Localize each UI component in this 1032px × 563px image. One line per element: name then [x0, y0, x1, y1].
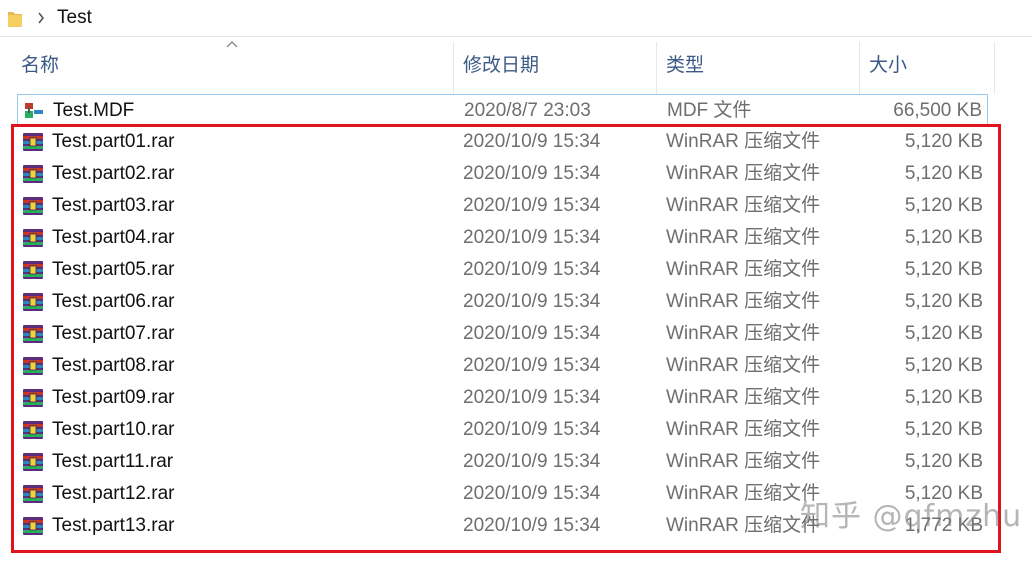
file-row[interactable]: Test.part03.rar 2020/10/9 15:34 WinRAR 压…: [17, 190, 988, 222]
file-date: 2020/10/9 15:34: [463, 291, 601, 312]
file-type: WinRAR 压缩文件: [666, 323, 821, 344]
file-size: 5,120 KB: [904, 131, 983, 152]
file-size: 5,120 KB: [904, 355, 983, 376]
watermark: 知乎 @qfmzhu: [800, 499, 1023, 534]
winrar-archive-icon: [23, 165, 43, 183]
file-size: 5,120 KB: [904, 227, 983, 248]
file-date: 2020/10/9 15:34: [463, 195, 601, 216]
winrar-archive-icon: [23, 133, 43, 151]
winrar-archive-icon: [23, 229, 43, 247]
file-size: 5,120 KB: [904, 387, 983, 408]
file-type: WinRAR 压缩文件: [666, 195, 821, 216]
file-type: WinRAR 压缩文件: [666, 131, 821, 152]
file-name: Test.part02.rar: [52, 163, 175, 184]
file-type: WinRAR 压缩文件: [666, 163, 821, 184]
file-type: WinRAR 压缩文件: [666, 515, 821, 536]
column-divider[interactable]: [994, 42, 995, 94]
winrar-archive-icon: [23, 453, 43, 471]
file-row-mdf[interactable]: Test.MDF 2020/8/7 23:03 MDF 文件 66,500 KB: [17, 94, 988, 126]
file-size: 5,120 KB: [904, 259, 983, 280]
winrar-archive-icon: [23, 421, 43, 439]
file-type: WinRAR 压缩文件: [666, 483, 821, 504]
file-date: 2020/10/9 15:34: [463, 483, 601, 504]
winrar-archive-icon: [23, 517, 43, 535]
column-header-size[interactable]: 大小: [859, 54, 994, 84]
winrar-archive-icon: [23, 325, 43, 343]
file-date: 2020/10/9 15:34: [463, 355, 601, 376]
file-type: WinRAR 压缩文件: [666, 227, 821, 248]
file-row[interactable]: Test.part08.rar 2020/10/9 15:34 WinRAR 压…: [17, 350, 988, 382]
file-name: Test.part13.rar: [52, 515, 175, 536]
file-name: Test.part01.rar: [52, 131, 175, 152]
file-type: MDF 文件: [667, 100, 752, 121]
file-name: Test.part06.rar: [52, 291, 175, 312]
file-type: WinRAR 压缩文件: [666, 291, 821, 312]
file-size: 5,120 KB: [904, 163, 983, 184]
file-date: 2020/10/9 15:34: [463, 131, 601, 152]
address-bar[interactable]: Test: [0, 0, 1032, 37]
file-row[interactable]: Test.part06.rar 2020/10/9 15:34 WinRAR 压…: [17, 286, 988, 318]
breadcrumb-current[interactable]: Test: [57, 7, 92, 29]
file-name: Test.MDF: [53, 100, 135, 121]
file-date: 2020/10/9 15:34: [463, 259, 601, 280]
file-date: 2020/10/9 15:34: [463, 451, 601, 472]
file-row[interactable]: Test.part05.rar 2020/10/9 15:34 WinRAR 压…: [17, 254, 988, 286]
column-header-row: 名称 修改日期 类型 大小: [0, 36, 1032, 94]
file-row[interactable]: Test.part11.rar 2020/10/9 15:34 WinRAR 压…: [17, 446, 988, 478]
file-row[interactable]: Test.part01.rar 2020/10/9 15:34 WinRAR 压…: [17, 126, 988, 158]
mdf-file-icon: [25, 103, 43, 118]
file-row[interactable]: Test.part07.rar 2020/10/9 15:34 WinRAR 压…: [17, 318, 988, 350]
file-name: Test.part08.rar: [52, 355, 175, 376]
file-date: 2020/10/9 15:34: [463, 163, 601, 184]
file-size: 5,120 KB: [904, 323, 983, 344]
file-date: 2020/10/9 15:34: [463, 227, 601, 248]
file-type: WinRAR 压缩文件: [666, 387, 821, 408]
file-date: 2020/10/9 15:34: [463, 387, 601, 408]
column-header-type[interactable]: 类型: [656, 54, 859, 84]
file-size: 5,120 KB: [904, 451, 983, 472]
file-size: 5,120 KB: [904, 195, 983, 216]
file-row[interactable]: Test.part02.rar 2020/10/9 15:34 WinRAR 压…: [17, 158, 988, 190]
column-header-date[interactable]: 修改日期: [453, 54, 656, 84]
file-name: Test.part10.rar: [52, 419, 175, 440]
file-date: 2020/10/9 15:34: [463, 419, 601, 440]
file-type: WinRAR 压缩文件: [666, 259, 821, 280]
file-size: 5,120 KB: [904, 419, 983, 440]
file-type: WinRAR 压缩文件: [666, 419, 821, 440]
file-type: WinRAR 压缩文件: [666, 355, 821, 376]
winrar-archive-icon: [23, 261, 43, 279]
folder-icon: [8, 12, 22, 27]
file-size: 66,500 KB: [893, 100, 982, 121]
winrar-archive-icon: [23, 197, 43, 215]
winrar-archive-icon: [23, 389, 43, 407]
file-date: 2020/8/7 23:03: [464, 100, 591, 121]
file-row[interactable]: Test.part10.rar 2020/10/9 15:34 WinRAR 压…: [17, 414, 988, 446]
file-size: 5,120 KB: [904, 291, 983, 312]
winrar-archive-icon: [23, 485, 43, 503]
winrar-archive-icon: [23, 357, 43, 375]
column-header-name[interactable]: 名称: [11, 54, 453, 84]
sort-ascending-icon: [226, 41, 238, 48]
file-name: Test.part05.rar: [52, 259, 175, 280]
file-name: Test.part04.rar: [52, 227, 175, 248]
chevron-right-icon[interactable]: [36, 10, 46, 26]
file-type: WinRAR 压缩文件: [666, 451, 821, 472]
file-name: Test.part09.rar: [52, 387, 175, 408]
file-row[interactable]: Test.part04.rar 2020/10/9 15:34 WinRAR 压…: [17, 222, 988, 254]
file-row[interactable]: Test.part09.rar 2020/10/9 15:34 WinRAR 压…: [17, 382, 988, 414]
winrar-archive-icon: [23, 293, 43, 311]
file-name: Test.part07.rar: [52, 323, 175, 344]
file-name: Test.part03.rar: [52, 195, 175, 216]
file-name: Test.part12.rar: [52, 483, 175, 504]
file-date: 2020/10/9 15:34: [463, 323, 601, 344]
file-date: 2020/10/9 15:34: [463, 515, 601, 536]
file-name: Test.part11.rar: [52, 451, 174, 472]
